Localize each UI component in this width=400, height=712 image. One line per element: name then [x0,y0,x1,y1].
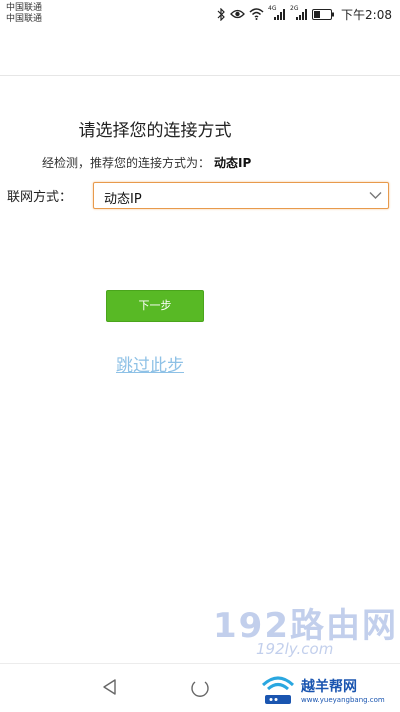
bluetooth-icon [217,7,225,21]
nav-back-icon[interactable] [100,677,120,697]
carrier-label-1: 中国联通 [6,3,43,13]
wifi-icon [249,8,264,20]
carrier-label-2: 中国联通 [6,14,43,24]
signal-icon: 4G [268,5,286,20]
status-bar: 中国联通 中国联通 4G 2G 下午2:08 [0,0,400,28]
battery-icon [312,8,335,20]
site-logo: 越羊帮网 www.yueyangbang.com [257,671,400,711]
detection-prefix: 经检测，推荐您的连接方式为： [42,156,211,170]
watermark-url: 192ly.com [256,640,334,658]
nav-home-icon[interactable] [189,677,211,699]
router-logo-icon [261,676,295,704]
detection-message: 经检测，推荐您的连接方式为： 动态IP [42,154,251,171]
status-time: 下午2:08 [341,7,392,22]
eye-icon [230,9,245,19]
connection-type-select[interactable]: 动态IP [93,182,389,209]
logo-url: www.yueyangbang.com [301,696,385,704]
status-icons: 4G 2G 下午2:08 [217,5,392,22]
header-divider [0,75,400,76]
signal-icon-2: 2G [290,5,308,20]
logo-text: 越羊帮网 [301,679,357,695]
next-step-button[interactable]: 下一步 [106,290,204,322]
connection-type-label: 联网方式： [7,190,73,205]
page-title: 请选择您的连接方式 [78,121,232,141]
detection-result: 动态IP [214,156,252,170]
skip-step-link[interactable]: 跳过此步 [116,351,184,376]
connection-type-value: 动态IP [104,192,142,207]
chevron-down-icon [369,192,382,199]
